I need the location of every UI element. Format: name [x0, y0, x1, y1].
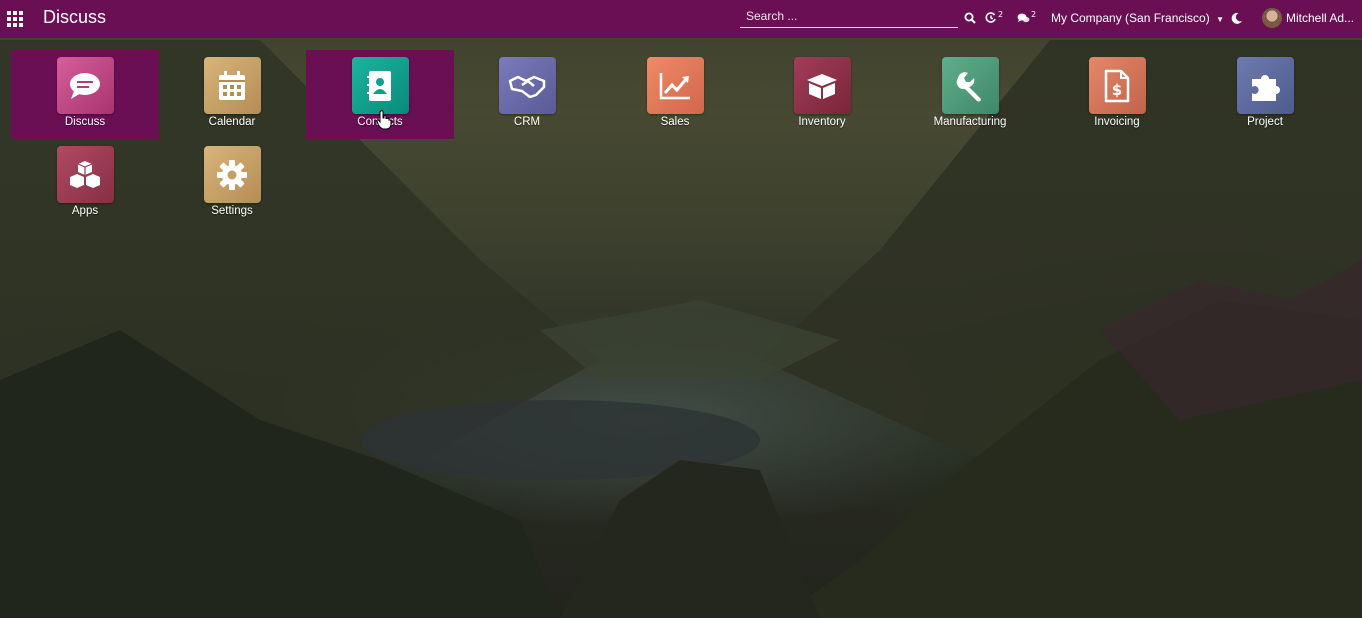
top-navbar: Discuss 2 2 My Company (San Francisco) ▼… [0, 0, 1362, 38]
app-sales[interactable]: Sales [601, 50, 749, 139]
company-switcher[interactable]: My Company (San Francisco) ▼ [1051, 11, 1224, 25]
app-label: Project [1247, 116, 1283, 128]
app-apps[interactable]: Apps [11, 139, 159, 228]
app-project[interactable]: Project [1191, 50, 1339, 139]
invoice-dollar-icon: $ [1104, 69, 1130, 102]
svg-text:$: $ [1112, 81, 1122, 99]
puzzle-icon [1252, 74, 1280, 101]
activity-count-badge: 2 [998, 9, 1004, 19]
app-label: CRM [513, 116, 541, 128]
wrench-icon [956, 71, 981, 101]
app-label: Discuss [64, 116, 106, 128]
app-tile [1236, 57, 1294, 114]
app-tile [793, 57, 851, 114]
app-tile [351, 57, 409, 114]
app-label: Sales [660, 116, 690, 128]
app-inventory[interactable]: Inventory [748, 50, 896, 139]
app-tile [498, 57, 556, 114]
gear-icon [217, 159, 247, 190]
app-label: Calendar [208, 116, 256, 128]
app-invoicing[interactable]: $ Invoicing [1043, 50, 1191, 139]
user-menu[interactable]: Mitchell Ad... [1262, 8, 1354, 28]
box-icon [807, 73, 837, 99]
app-settings[interactable]: Settings [158, 139, 306, 228]
address-book-icon [367, 70, 391, 101]
app-label: Manufacturing [933, 116, 1007, 128]
search-bar [740, 5, 962, 28]
app-tile [203, 146, 261, 203]
handshake-icon [508, 75, 546, 98]
app-tile [941, 57, 999, 114]
messages-count-badge: 2 [1031, 9, 1037, 19]
messages-icon[interactable]: 2 [1017, 10, 1036, 26]
trend-chart-icon [659, 72, 690, 99]
app-label: Inventory [798, 116, 846, 128]
search-input[interactable] [740, 6, 962, 26]
app-tile: $ [1088, 57, 1146, 114]
app-label: Settings [211, 205, 253, 217]
search-icon[interactable] [964, 10, 976, 26]
app-label: Invoicing [1094, 116, 1140, 128]
app-grid-icon[interactable] [7, 11, 23, 27]
hand-pointer-cursor-icon [376, 110, 392, 130]
user-name: Mitchell Ad... [1286, 11, 1355, 25]
cubes-icon [70, 160, 100, 188]
activity-clock-icon[interactable]: 2 [985, 10, 1003, 26]
app-manufacturing[interactable]: Manufacturing [896, 50, 1044, 139]
app-tile [56, 146, 114, 203]
company-name: My Company (San Francisco) [1051, 11, 1210, 25]
calendar-icon [219, 70, 245, 100]
dark-mode-moon-icon[interactable] [1230, 10, 1243, 26]
app-tile [56, 57, 114, 114]
app-calendar[interactable]: Calendar [158, 50, 306, 139]
app-crm[interactable]: CRM [453, 50, 601, 139]
user-avatar [1262, 8, 1282, 28]
app-tile [646, 57, 704, 114]
app-title: Discuss [43, 7, 107, 27]
app-label: Apps [71, 205, 99, 217]
chat-bubble-icon [70, 72, 100, 99]
caret-down-icon: ▼ [1216, 15, 1224, 24]
app-tile [203, 57, 261, 114]
app-discuss[interactable]: Discuss [11, 50, 159, 139]
